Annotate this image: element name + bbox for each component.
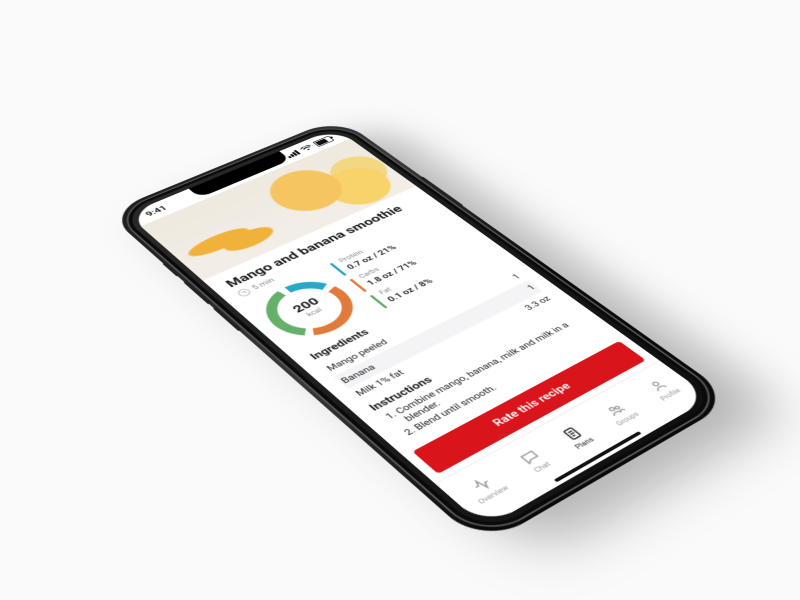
cellular-icon	[285, 150, 301, 158]
ingredient-amount: 1	[525, 283, 538, 292]
tab-chat[interactable]: Chat	[515, 447, 554, 474]
phone-mockup: 9:41 Mango and banana smoothie 5 min 200	[111, 120, 729, 542]
tab-plans[interactable]: Plans	[557, 424, 596, 451]
tab-profile[interactable]: Profile	[643, 376, 683, 402]
wifi-icon	[299, 144, 314, 152]
ingredient-amount: 1	[510, 273, 523, 281]
tab-groups[interactable]: Groups	[598, 399, 641, 427]
clock-icon	[236, 287, 253, 297]
tab-overview[interactable]: Overview	[461, 471, 511, 506]
